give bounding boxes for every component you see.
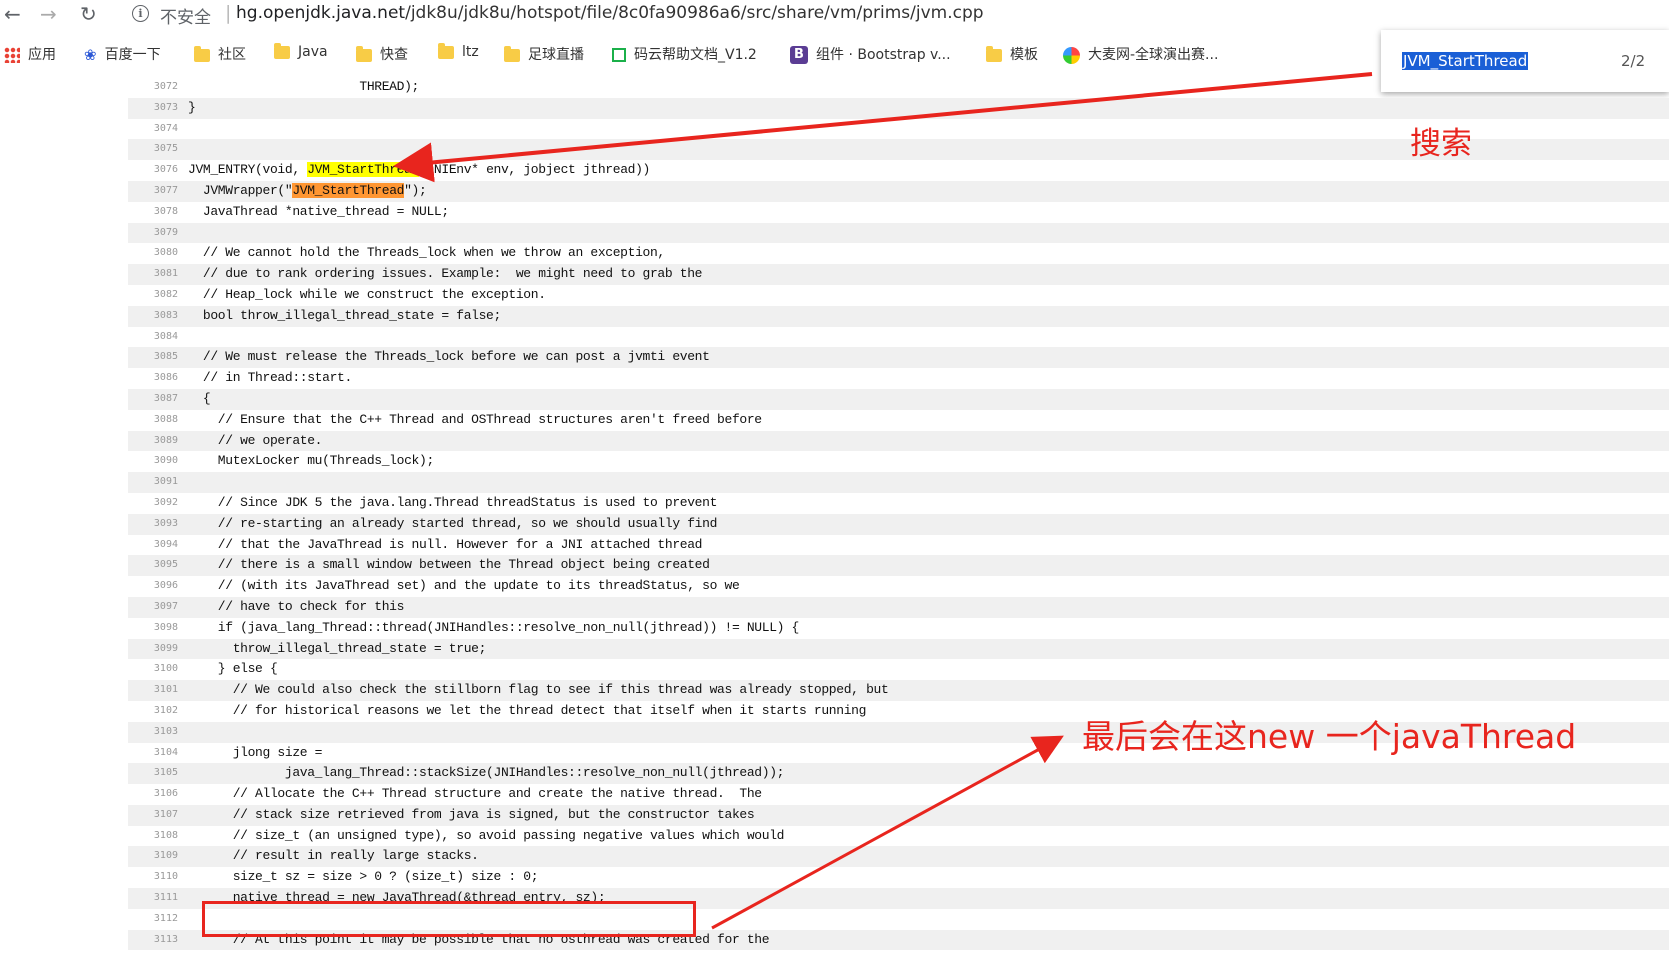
annotation-arrows [393,72,1373,930]
arrow-to-function [393,72,1373,183]
arrow-to-new-line [711,735,1064,930]
